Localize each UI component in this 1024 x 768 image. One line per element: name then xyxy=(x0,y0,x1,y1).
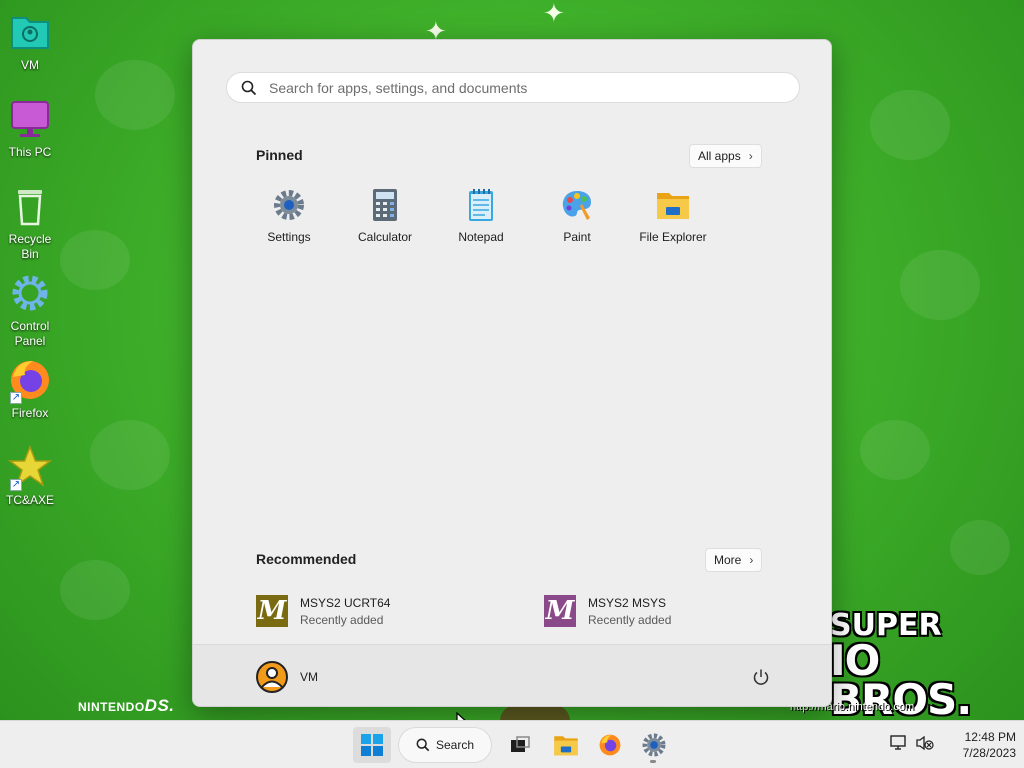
pinned-app-file-explorer[interactable]: File Explorer xyxy=(625,188,721,248)
start-menu-footer: VM xyxy=(193,644,831,706)
firefox-icon xyxy=(599,734,621,756)
app-name: File Explorer xyxy=(639,230,707,244)
wallpaper-bubble xyxy=(900,250,980,320)
all-apps-label: All apps xyxy=(698,149,741,163)
settings-icon xyxy=(642,733,666,757)
taskbar-file-explorer-button[interactable] xyxy=(549,727,583,763)
user-name: VM xyxy=(300,670,318,684)
wallpaper-bubble xyxy=(950,520,1010,575)
star-icon: ↗ xyxy=(6,443,54,491)
wallpaper-bubble xyxy=(90,420,170,490)
start-search-box[interactable] xyxy=(226,72,800,103)
wallpaper-bubble xyxy=(60,560,130,620)
recommended-item-title: MSYS2 UCRT64 xyxy=(300,595,391,610)
start-button[interactable] xyxy=(353,727,391,763)
desktop-icon-label: TC&AXE xyxy=(5,493,54,507)
settings-icon xyxy=(272,188,306,222)
paint-icon xyxy=(560,188,594,222)
search-input[interactable] xyxy=(269,79,769,96)
more-button[interactable]: More › xyxy=(705,548,763,572)
vm-folder-icon xyxy=(6,8,54,56)
wallpaper-character xyxy=(500,705,570,721)
app-name: Settings xyxy=(267,230,311,244)
desktop-icon-label: Firefox xyxy=(11,406,49,420)
network-icon[interactable] xyxy=(890,735,908,751)
recommended-title: Recommended xyxy=(256,551,357,567)
desktop-icon-firefox[interactable]: ↗ Firefox xyxy=(0,356,60,421)
desktop-icon-tc-axe[interactable]: ↗ TC&AXE xyxy=(0,443,60,508)
file-explorer-icon xyxy=(554,736,578,756)
taskbar: Search 12:48 PM 7/28/2023 xyxy=(0,720,1024,768)
gear-icon xyxy=(6,269,54,317)
more-label: More xyxy=(714,553,742,567)
search-icon xyxy=(416,738,430,752)
taskbar-settings-button[interactable] xyxy=(638,727,670,763)
taskbar-search-button[interactable]: Search xyxy=(398,727,492,763)
app-name: Calculator xyxy=(357,230,413,244)
chevron-right-icon: › xyxy=(748,149,753,163)
pinned-app-paint[interactable]: Paint xyxy=(529,188,625,248)
msys2-ucrt64-icon: M xyxy=(256,595,288,627)
all-apps-button[interactable]: All apps › xyxy=(689,144,762,168)
sparkle-icon: ✦ xyxy=(543,0,565,28)
firefox-icon: ↗ xyxy=(6,356,54,404)
wallpaper-bubble xyxy=(60,230,130,290)
recommended-item-msys2-msys[interactable]: M MSYS2 MSYS Recently added xyxy=(544,590,804,632)
start-menu: Pinned All apps › Settings Calculator No… xyxy=(192,39,832,707)
monitor-icon xyxy=(6,95,54,143)
user-avatar-icon xyxy=(256,661,288,693)
desktop-icon-this-pc[interactable]: This PC xyxy=(0,95,60,160)
power-button[interactable] xyxy=(749,665,773,689)
chevron-right-icon: › xyxy=(749,553,754,567)
pinned-apps-grid: Settings Calculator Notepad Paint File E… xyxy=(241,188,721,248)
pinned-title: Pinned xyxy=(256,147,303,163)
shortcut-arrow-icon: ↗ xyxy=(10,392,22,404)
search-icon xyxy=(241,80,257,95)
clock-time: 12:48 PM xyxy=(964,730,1016,744)
taskbar-firefox-button[interactable] xyxy=(594,727,626,763)
pinned-app-notepad[interactable]: Notepad xyxy=(433,188,529,248)
app-name: Paint xyxy=(563,230,591,244)
user-account-button[interactable]: VM xyxy=(256,661,318,693)
task-view-button[interactable] xyxy=(505,727,535,763)
taskbar-clock[interactable]: 12:48 PM 7/28/2023 xyxy=(940,729,1016,761)
desktop-icon-vm[interactable]: VM xyxy=(0,8,60,73)
windows-logo-icon xyxy=(361,734,383,756)
pinned-app-settings[interactable]: Settings xyxy=(241,188,337,248)
nintendo-ds-logo: NINTENDODS. xyxy=(78,696,175,715)
recycle-bin-icon xyxy=(6,182,54,230)
wallpaper-bubble xyxy=(860,420,930,480)
desktop-icon-label: This PC xyxy=(8,145,52,159)
notepad-icon xyxy=(464,188,498,222)
volume-muted-icon[interactable] xyxy=(916,735,934,751)
desktop-icon-label: Recycle Bin xyxy=(8,232,52,261)
wallpaper-bubble xyxy=(870,90,950,160)
desktop-icon-label: VM xyxy=(21,58,39,72)
app-name: Notepad xyxy=(458,230,504,244)
task-view-icon xyxy=(511,736,530,752)
pinned-app-calculator[interactable]: Calculator xyxy=(337,188,433,248)
system-tray xyxy=(890,735,934,751)
recommended-item-msys2-ucrt64[interactable]: M MSYS2 UCRT64 Recently added xyxy=(256,590,516,632)
power-icon xyxy=(753,669,769,685)
running-app-indicator xyxy=(650,760,656,763)
wallpaper-bubble xyxy=(95,60,175,130)
desktop-icon-recycle-bin[interactable]: Recycle Bin xyxy=(0,182,60,262)
shortcut-arrow-icon: ↗ xyxy=(10,479,22,491)
desktop-icon-control-panel[interactable]: Control Panel xyxy=(0,269,60,349)
calculator-icon xyxy=(368,188,402,222)
recommended-item-subtitle: Recently added xyxy=(300,612,384,627)
msys2-msys-icon: M xyxy=(544,595,576,627)
recommended-item-subtitle: Recently added xyxy=(588,612,672,627)
taskbar-search-label: Search xyxy=(435,738,475,752)
file-explorer-icon xyxy=(656,188,690,222)
recommended-item-title: MSYS2 MSYS xyxy=(588,595,667,610)
desktop-icon-label: Control Panel xyxy=(10,319,50,348)
clock-date: 7/28/2023 xyxy=(962,746,1016,760)
